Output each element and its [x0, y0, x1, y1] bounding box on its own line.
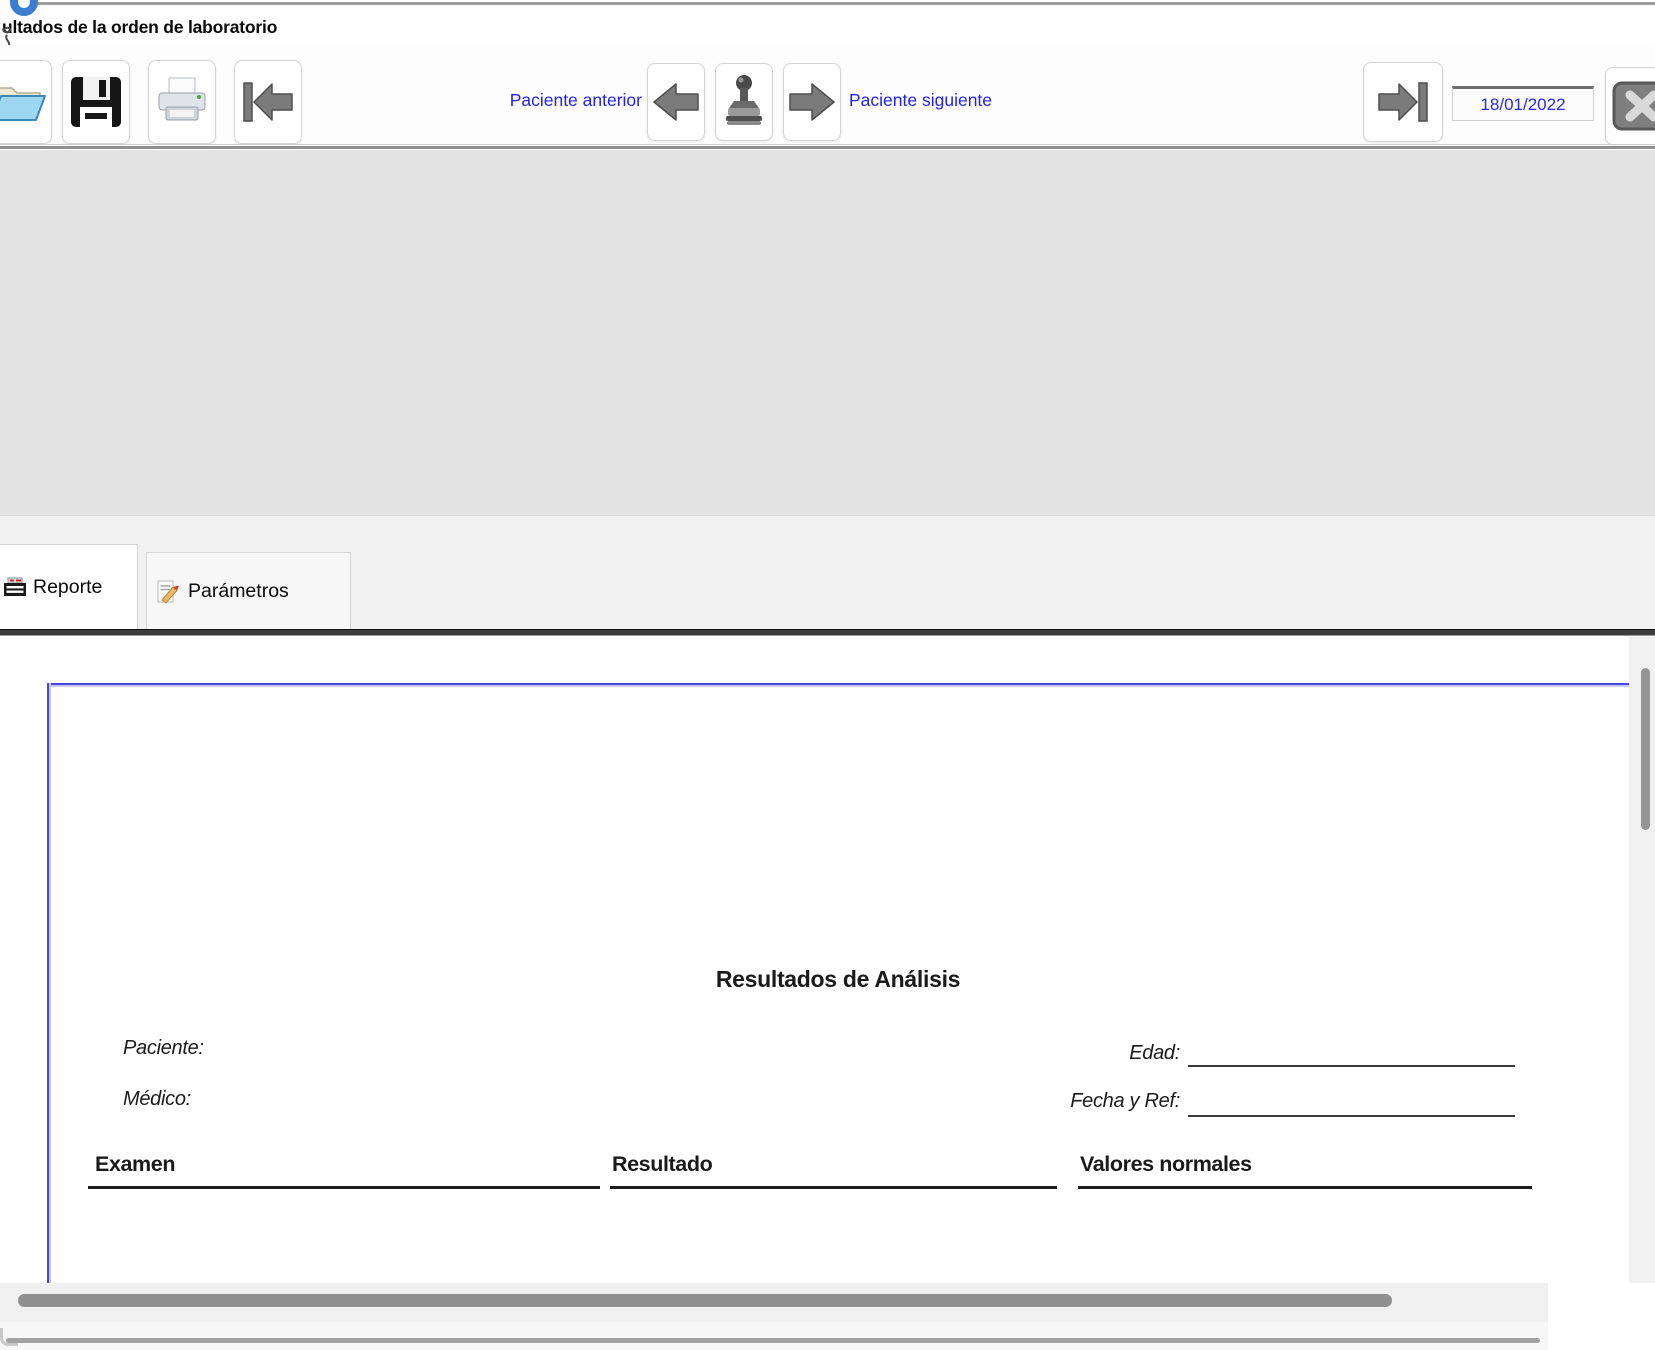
horizontal-scrollbar-thumb[interactable] [18, 1294, 1392, 1307]
toolbar-separator-dark [0, 146, 1655, 149]
edad-label: Edad: [980, 1042, 1180, 1065]
fecha-blank-line [1188, 1115, 1515, 1117]
bottom-bar [0, 1322, 1548, 1350]
close-x-icon [1612, 81, 1655, 131]
next-patient-label: Paciente siguiente [849, 90, 1109, 111]
tab-reporte[interactable]: Reporte [0, 544, 138, 630]
last-record-button[interactable] [1363, 62, 1443, 142]
vertical-scrollbar-thumb[interactable] [1641, 668, 1650, 830]
blue-ring-icon [10, 0, 38, 16]
previous-patient-label: Paciente anterior [430, 90, 642, 111]
arrow-left-icon [652, 81, 700, 123]
arrow-first-icon [242, 81, 294, 123]
open-button[interactable] [0, 60, 52, 144]
column-header-valores: Valores normales [1080, 1152, 1252, 1177]
window-corner-mark [0, 1328, 18, 1346]
print-button[interactable] [148, 60, 216, 144]
open-folder-icon [0, 78, 48, 126]
content-empty-area [0, 150, 1655, 515]
toolbar: Paciente anterior Paciente siguiente 18/… [0, 46, 1655, 148]
first-record-button[interactable] [234, 60, 302, 144]
floppy-disk-icon [68, 74, 124, 130]
report-icon [3, 577, 27, 599]
column-header-examen: Examen [95, 1152, 175, 1177]
window-top-edge [30, 2, 1655, 5]
save-button[interactable] [62, 60, 130, 144]
stamp-icon [719, 73, 769, 131]
column-header-resultado: Resultado [612, 1152, 712, 1177]
examen-header-rule [88, 1186, 600, 1189]
vertical-scrollbar[interactable] [1629, 637, 1655, 1283]
fecha-ref-label: Fecha y Ref: [960, 1090, 1180, 1113]
busy-cursor-icon [0, 26, 16, 48]
date-field[interactable]: 18/01/2022 [1452, 86, 1594, 121]
title-bar: ultados de la orden de laboratorio [0, 0, 1655, 46]
tab-bar: Reporte Parámetros [0, 515, 1655, 629]
arrow-right-icon [788, 81, 836, 123]
toolbar-separator [0, 144, 1655, 145]
window-title: ultados de la orden de laboratorio [2, 17, 277, 38]
stamp-button[interactable] [715, 63, 773, 141]
parameters-pencil-icon [156, 579, 182, 605]
tab-parametros[interactable]: Parámetros [146, 552, 351, 630]
previous-patient-button[interactable] [647, 63, 705, 141]
tab-content-separator [0, 629, 1655, 636]
report-viewport: Resultados de Análisis Paciente: Edad: M… [0, 637, 1629, 1283]
tab-reporte-label: Reporte [33, 576, 102, 599]
paciente-label: Paciente: [123, 1037, 204, 1060]
edad-blank-line [1188, 1065, 1515, 1067]
valores-header-rule [1078, 1186, 1532, 1189]
horizontal-scrollbar[interactable] [0, 1283, 1548, 1322]
report-title: Resultados de Análisis [47, 966, 1629, 993]
arrow-last-icon [1377, 81, 1429, 123]
medico-label: Médico: [123, 1088, 191, 1111]
date-value: 18/01/2022 [1480, 95, 1565, 115]
report-page-border-top [47, 683, 1629, 685]
tab-parametros-label: Parámetros [188, 580, 289, 603]
next-patient-button[interactable] [783, 63, 841, 141]
close-button[interactable] [1605, 67, 1655, 145]
bottom-edge-line [6, 1338, 1540, 1343]
printer-icon [154, 76, 210, 128]
resultado-header-rule [610, 1186, 1057, 1189]
